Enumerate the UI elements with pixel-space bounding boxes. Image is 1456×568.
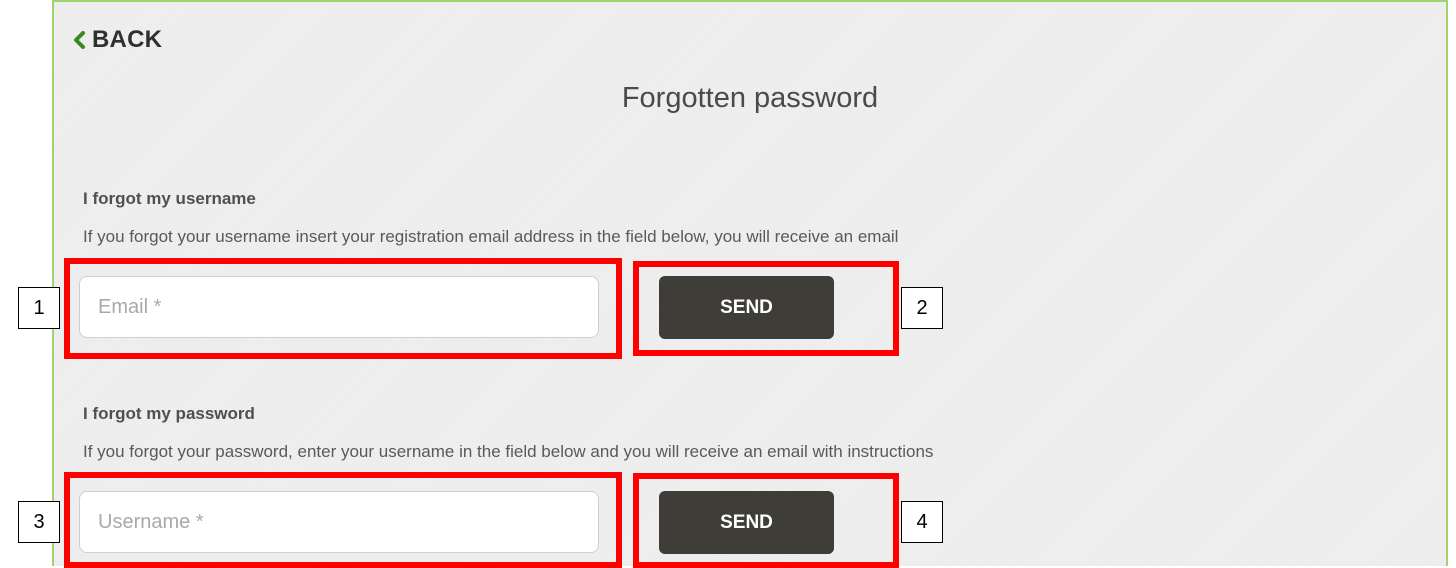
callout-label: 3: [18, 501, 60, 543]
username-section-heading: I forgot my username: [83, 189, 256, 208]
chevron-left-icon: [72, 30, 86, 50]
email-field[interactable]: [79, 276, 599, 338]
send-username-button[interactable]: SEND: [659, 276, 834, 339]
username-section-description: If you forgot your username insert your …: [83, 227, 899, 246]
callout-label: 2: [901, 287, 943, 329]
password-section-heading: I forgot my password: [83, 404, 255, 423]
back-link[interactable]: BACK: [72, 26, 162, 54]
send-password-button[interactable]: SEND: [659, 491, 834, 554]
password-section-description: If you forgot your password, enter your …: [83, 442, 934, 461]
username-field[interactable]: [79, 491, 599, 553]
page-title: Forgotten password: [621, 82, 879, 114]
back-label: BACK: [92, 26, 163, 53]
callout-label: 1: [18, 287, 60, 329]
callout-label: 4: [901, 501, 943, 543]
